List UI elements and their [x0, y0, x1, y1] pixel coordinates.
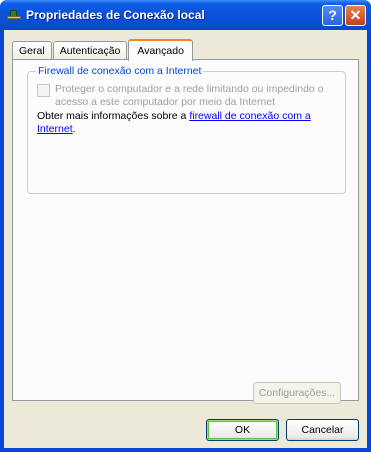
tab-advanced[interactable]: Avançado	[128, 39, 193, 61]
tab-general[interactable]: Geral	[12, 41, 52, 60]
firewall-checkbox	[37, 84, 50, 97]
firewall-groupbox: Firewall de conexão com a Internet Prote…	[27, 65, 346, 194]
help-button[interactable]: ?	[322, 4, 343, 26]
firewall-info-text: Obter mais informações sobre a firewall …	[37, 110, 337, 136]
settings-button: Configurações...	[253, 382, 341, 404]
network-connection-icon	[6, 7, 22, 23]
tab-strip: Geral Autenticação Avançado	[12, 38, 194, 61]
firewall-checkbox-row: Proteger o computador e a rede limitando…	[37, 83, 345, 109]
dialog-window: Propriedades de Conexão local ? ✕ Geral …	[0, 0, 371, 452]
tab-panel-advanced: Firewall de conexão com a Internet Prote…	[12, 59, 359, 401]
info-prefix: Obter mais informações sobre a	[37, 110, 190, 122]
ok-button[interactable]: OK	[206, 419, 279, 441]
firewall-group-title: Firewall de conexão com a Internet	[36, 65, 204, 77]
tab-authentication[interactable]: Autenticação	[52, 41, 128, 60]
info-suffix: .	[72, 123, 76, 135]
cancel-button[interactable]: Cancelar	[286, 419, 359, 441]
close-button[interactable]: ✕	[345, 4, 366, 26]
firewall-checkbox-label: Proteger o computador e a rede limitando…	[55, 83, 324, 108]
dialog-client-area: Geral Autenticação Avançado Firewall de …	[4, 30, 367, 448]
title-bar[interactable]: Propriedades de Conexão local ? ✕	[0, 0, 371, 30]
window-title: Propriedades de Conexão local	[26, 8, 205, 22]
